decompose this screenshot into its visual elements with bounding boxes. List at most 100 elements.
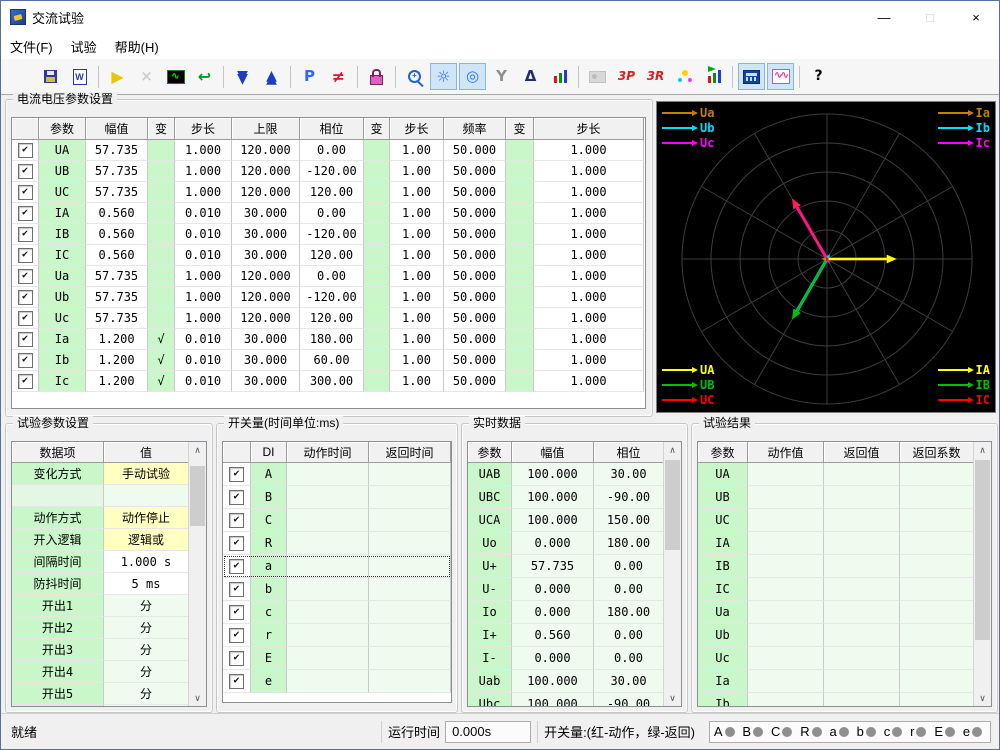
limit-cell[interactable]: 30.000 [232,203,300,224]
step-cell[interactable]: 1.000 [175,308,232,329]
menu-file[interactable]: 文件(F) [1,33,62,59]
checkbox[interactable]: ✔ [229,489,244,505]
var-cell[interactable] [364,161,390,182]
phase-cell[interactable]: 300.00 [300,371,364,392]
limit-cell[interactable]: 30.000 [232,224,300,245]
delta-button[interactable]: Δ [517,63,544,90]
checkbox[interactable]: ✔ [229,466,244,482]
var-cell[interactable] [148,182,175,203]
scroll-thumb[interactable] [975,460,990,640]
step-cell[interactable]: 1.00 [390,203,444,224]
step-cell[interactable]: 1.00 [390,287,444,308]
scroll-thumb[interactable] [190,466,205,526]
step-cell[interactable]: 1.00 [390,140,444,161]
value-cell[interactable]: 逻辑或 [104,529,189,551]
y-conn-button[interactable]: Y [488,63,515,90]
var-cell[interactable] [364,266,390,287]
test-params-scrollbar[interactable]: ∧ ∨ [188,442,206,706]
help-button[interactable]: ? [805,63,832,90]
freq-cell[interactable]: 50.000 [444,350,506,371]
phase-cell[interactable]: 0.00 [300,266,364,287]
amplitude-cell[interactable]: 1.200 [86,329,148,350]
var-cell[interactable] [506,308,534,329]
concentric-button[interactable]: ◎ [459,63,486,90]
step-cell[interactable]: 0.010 [175,245,232,266]
freq-cell[interactable]: 50.000 [444,245,506,266]
phase-cell[interactable]: 0.00 [300,140,364,161]
var-cell[interactable] [506,161,534,182]
checkbox[interactable]: ✔ [17,205,33,221]
phase-cell[interactable]: -120.00 [300,287,364,308]
value-cell[interactable]: 分 [104,639,189,661]
export-button[interactable] [66,63,93,90]
center-rays-button[interactable]: ☼ [430,63,457,90]
checkbox[interactable]: ✔ [17,163,33,179]
freq-cell[interactable]: 50.000 [444,140,506,161]
var-cell[interactable] [506,224,534,245]
step-cell[interactable]: 0.010 [175,371,232,392]
var-cell[interactable] [148,308,175,329]
save-button[interactable] [37,63,64,90]
var-cell[interactable] [148,287,175,308]
zoom-button[interactable] [401,63,428,90]
step-cell[interactable]: 1.000 [534,371,644,392]
scroll-down-icon[interactable]: ∨ [189,690,206,706]
scroll-thumb[interactable] [665,460,680,550]
harm-button[interactable] [767,63,794,90]
amplitude-cell[interactable]: 0.560 [86,224,148,245]
p-toggle-button[interactable]: P [296,63,323,90]
var-cell[interactable] [506,371,534,392]
var-cell[interactable] [364,224,390,245]
scroll-up-icon[interactable]: ∧ [189,442,206,458]
step-cell[interactable]: 1.00 [390,182,444,203]
step-cell[interactable]: 0.010 [175,329,232,350]
step-cell[interactable]: 1.000 [534,224,644,245]
freq-cell[interactable]: 50.000 [444,182,506,203]
var-cell[interactable] [364,245,390,266]
scroll-up-icon[interactable]: ∧ [664,442,681,458]
var-cell[interactable] [506,350,534,371]
limit-cell[interactable]: 30.000 [232,329,300,350]
amplitude-cell[interactable]: 0.560 [86,203,148,224]
diff-button[interactable]: ≠ [325,63,352,90]
wave-button[interactable] [162,63,189,90]
phase-cell[interactable]: -120.00 [300,224,364,245]
step-cell[interactable]: 1.000 [175,161,232,182]
step-cell[interactable]: 1.00 [390,245,444,266]
checkbox[interactable]: ✔ [229,535,244,551]
freq-cell[interactable]: 50.000 [444,308,506,329]
checkbox[interactable]: ✔ [17,331,33,347]
value-cell[interactable]: 分 [104,705,189,706]
freq-cell[interactable]: 50.000 [444,329,506,350]
amplitude-cell[interactable]: 57.735 [86,266,148,287]
var-cell[interactable] [506,266,534,287]
var-cell[interactable] [506,203,534,224]
calc-button[interactable] [738,63,765,90]
phase-cell[interactable]: 180.00 [300,329,364,350]
freq-cell[interactable]: 50.000 [444,371,506,392]
phase-cell[interactable]: 0.00 [300,203,364,224]
step-cell[interactable]: 1.00 [390,371,444,392]
step-cell[interactable]: 0.010 [175,224,232,245]
step-cell[interactable]: 1.000 [534,287,644,308]
menu-test[interactable]: 试验 [62,33,106,59]
var-cell[interactable] [148,245,175,266]
step-cell[interactable]: 1.00 [390,224,444,245]
step-cell[interactable]: 1.000 [175,266,232,287]
step-cell[interactable]: 1.000 [534,266,644,287]
var-cell[interactable] [364,182,390,203]
step-cell[interactable]: 1.000 [534,329,644,350]
freq-cell[interactable]: 50.000 [444,266,506,287]
checkbox[interactable]: ✔ [17,184,33,200]
checkbox[interactable]: ✔ [17,310,33,326]
limit-cell[interactable]: 30.000 [232,350,300,371]
limit-cell[interactable]: 120.000 [232,266,300,287]
realtime-scrollbar[interactable]: ∧ ∨ [663,442,681,706]
step-up-button[interactable]: ▲ [258,63,285,90]
checkbox[interactable]: ✔ [229,604,244,620]
limit-cell[interactable]: 120.000 [232,161,300,182]
amplitude-cell[interactable]: 1.200 [86,371,148,392]
checkbox[interactable]: ✔ [229,558,244,574]
checkbox[interactable]: ✔ [17,142,33,158]
var-cell[interactable] [364,287,390,308]
